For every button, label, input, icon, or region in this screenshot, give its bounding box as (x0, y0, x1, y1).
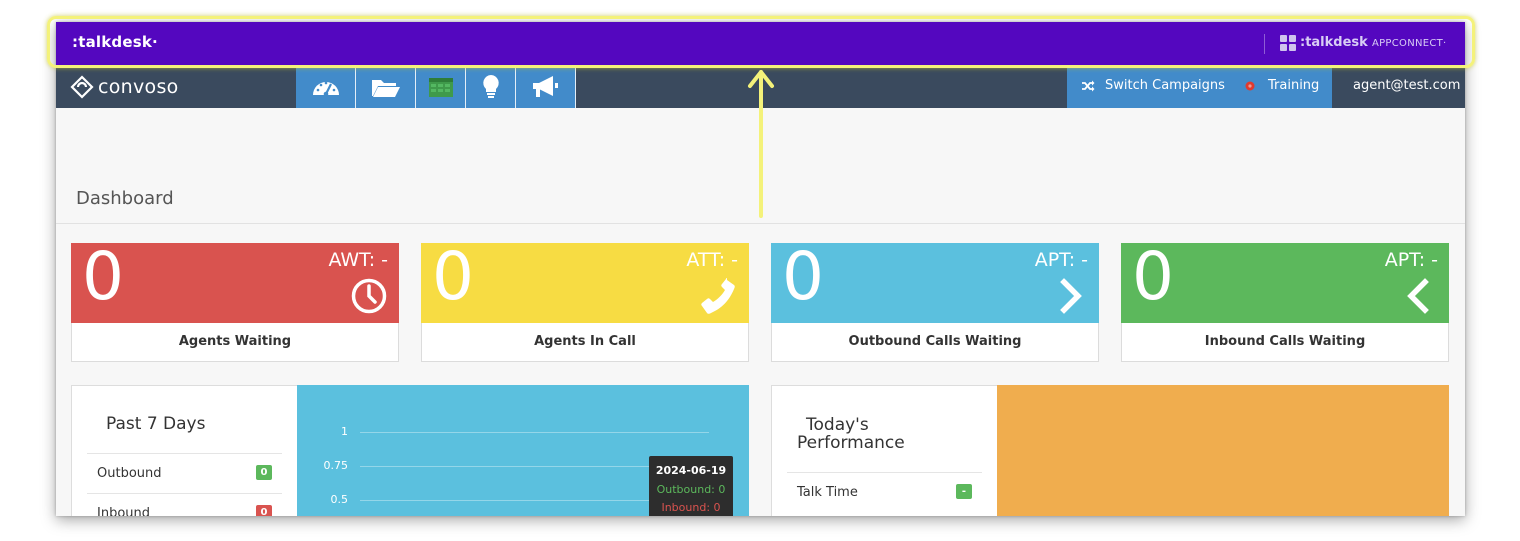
nav-dashboard[interactable] (296, 65, 356, 108)
y-tick-label: 0.75 (323, 459, 349, 472)
todays-performance-chart (997, 385, 1449, 516)
value-badge: - (956, 484, 972, 499)
appconnect-brand: :talkdesk (1300, 35, 1368, 50)
stat-value: 0 (82, 238, 124, 315)
row-label: Inbound (97, 506, 151, 516)
count-badge: 0 (256, 505, 272, 516)
tooltip-date: 2024-06-19 (655, 464, 727, 477)
nav-announcements[interactable] (516, 65, 576, 108)
stat-card-agents-waiting: 0 AWT: - Agents Waiting (71, 238, 399, 363)
switch-campaigns-button[interactable]: Switch Campaigns (1081, 78, 1225, 93)
header-divider (1264, 34, 1265, 54)
switch-campaigns-label: Switch Campaigns (1105, 78, 1225, 93)
stat-label: Inbound Calls Waiting (1121, 323, 1449, 362)
todays-performance-title-1: Today's (806, 415, 869, 435)
folder-open-icon (371, 79, 400, 97)
stat-card-header: 0 ATT: - (421, 238, 749, 323)
phone-icon (701, 278, 735, 314)
stat-card-outbound-calls-waiting: 0 APT: - Outbound Calls Waiting (771, 238, 1099, 363)
convoso-mark-icon (70, 75, 94, 99)
training-button[interactable]: Training (1244, 78, 1319, 93)
count-badge: 0 (256, 465, 272, 480)
gridline (360, 432, 709, 433)
row-label: Talk Time (797, 485, 858, 500)
user-account-menu[interactable]: agent@test.com (1353, 78, 1460, 93)
nav-ideas[interactable] (466, 65, 516, 108)
tooltip-inbound: Inbound: 0 (661, 501, 721, 514)
tooltip-outbound: Outbound: 0 (656, 483, 726, 496)
stat-value: 0 (782, 238, 824, 315)
title-divider (56, 223, 1465, 224)
row-label: Outbound (97, 466, 162, 481)
training-record-icon (1245, 81, 1255, 90)
stat-metric: ATT: - (686, 249, 738, 271)
lightbulb-icon (482, 74, 499, 98)
stat-value: 0 (432, 238, 474, 315)
stat-label: Agents In Call (421, 323, 749, 362)
page-title: Dashboard (76, 188, 174, 209)
stat-metric: APT: - (1034, 249, 1088, 271)
shuffle-icon (1082, 80, 1095, 91)
past-7-days-title: Past 7 Days (106, 414, 206, 434)
talkdesk-appconnect-logo[interactable]: :talkdesk APPCONNECT· (1300, 35, 1447, 50)
past-7-days-chart[interactable]: 2024-06-19 Outbound: 0 Inbound: 0 1 0.75 0… (297, 385, 749, 516)
chart-tooltip: 2024-06-19 Outbound: 0 Inbound: 0 (649, 456, 733, 516)
past-7-days-panel: Past 7 Days Outbound 0 Inbound 0 (71, 385, 299, 516)
clock-icon (351, 278, 387, 314)
stat-card-header: 0 AWT: - (71, 238, 399, 323)
stat-card-header: 0 APT: - (1121, 238, 1449, 323)
appconnect-label: APPCONNECT· (1371, 38, 1447, 49)
stat-card-header: 0 APT: - (771, 238, 1099, 323)
annotation-arrow-icon (748, 70, 774, 218)
stat-card-agents-in-call: 0 ATT: - Agents In Call (421, 238, 749, 363)
todays-performance-title-2: Performance (797, 433, 905, 453)
nav-calendar[interactable] (416, 65, 466, 108)
stat-card-inbound-calls-waiting: 0 APT: - Inbound Calls Waiting (1121, 238, 1449, 363)
y-tick-label: 0.5 (330, 493, 349, 506)
dashboard-gauge-icon (312, 81, 339, 96)
convoso-logo[interactable]: convoso (70, 74, 179, 100)
nav-files[interactable] (356, 65, 416, 108)
todays-performance-panel: Today's Performance Talk Time - (771, 385, 999, 516)
talkdesk-header-bar: :talkdesk· :talkdesk APPCONNECT· (56, 22, 1465, 65)
talkdesk-logo[interactable]: :talkdesk· (72, 33, 158, 51)
list-item-outbound: Outbound 0 (87, 453, 282, 493)
stat-label: Outbound Calls Waiting (771, 323, 1099, 362)
stat-metric: AWT: - (328, 249, 388, 271)
calendar-icon (428, 77, 453, 97)
list-item-inbound: Inbound 0 (87, 493, 282, 516)
stat-value: 0 (1132, 238, 1174, 315)
main-nav-icons (296, 65, 576, 108)
chevron-left-icon (1407, 278, 1429, 314)
chevron-right-icon (1060, 278, 1082, 314)
training-label: Training (1268, 78, 1320, 93)
list-item-talk-time: Talk Time - (787, 472, 982, 512)
campaign-actions: Switch Campaigns Training (1067, 65, 1332, 108)
convoso-logo-text: convoso (98, 76, 179, 98)
stat-metric: APT: - (1384, 249, 1438, 271)
stat-label: Agents Waiting (71, 323, 399, 362)
megaphone-icon (532, 75, 558, 97)
apps-grid-icon[interactable] (1280, 35, 1296, 51)
y-tick-label: 1 (341, 425, 348, 438)
